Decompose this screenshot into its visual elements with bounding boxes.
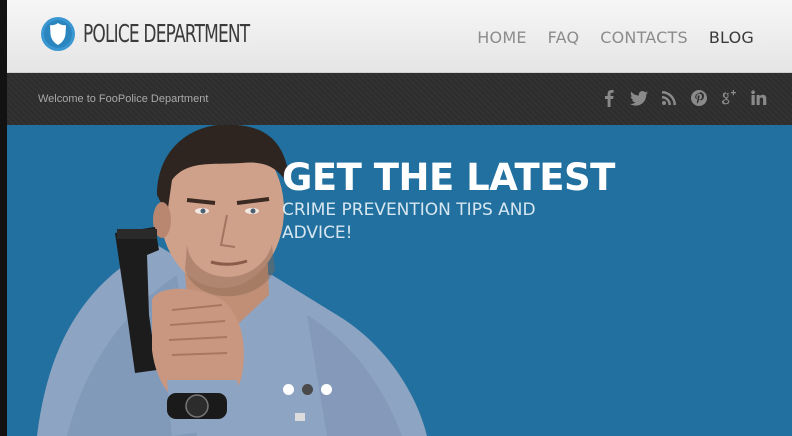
google-plus-icon[interactable]	[720, 87, 738, 109]
nav-contacts[interactable]: CONTACTS	[600, 28, 688, 48]
police-badge-icon	[41, 17, 75, 51]
logo[interactable]: POLICE DEPARTMENT	[40, 16, 328, 52]
rss-icon[interactable]	[660, 87, 678, 109]
social-links	[600, 87, 768, 109]
main-nav: HOME FAQ CONTACTS BLOG	[477, 28, 754, 48]
slide-dot-3[interactable]	[321, 384, 332, 395]
pinterest-icon[interactable]	[690, 87, 708, 109]
slide-dot-1[interactable]	[283, 384, 294, 395]
logo-text: POLICE DEPARTMENT	[83, 19, 250, 48]
top-bar: Welcome to FooPolice Department	[7, 73, 792, 125]
linkedin-icon[interactable]	[750, 87, 768, 109]
twitter-icon[interactable]	[630, 87, 648, 109]
nav-home[interactable]: HOME	[477, 28, 526, 48]
slide-dot-2[interactable]	[302, 384, 313, 395]
nav-blog[interactable]: BLOG	[709, 28, 754, 48]
facebook-icon[interactable]	[600, 87, 618, 109]
slider-pagination	[283, 384, 332, 395]
hero-headline: GET THE LATEST	[282, 156, 615, 199]
welcome-text: Welcome to FooPolice Department	[38, 93, 209, 105]
page: POLICE DEPARTMENT HOME FAQ CONTACTS BLOG…	[7, 0, 792, 436]
site-header: POLICE DEPARTMENT HOME FAQ CONTACTS BLOG	[7, 0, 792, 73]
hero-subheadline: CRIME PREVENTION TIPS AND ADVICE!	[282, 200, 536, 243]
hero-slider: GET THE LATEST CRIME PREVENTION TIPS AND…	[7, 125, 792, 436]
nav-faq[interactable]: FAQ	[548, 28, 580, 48]
